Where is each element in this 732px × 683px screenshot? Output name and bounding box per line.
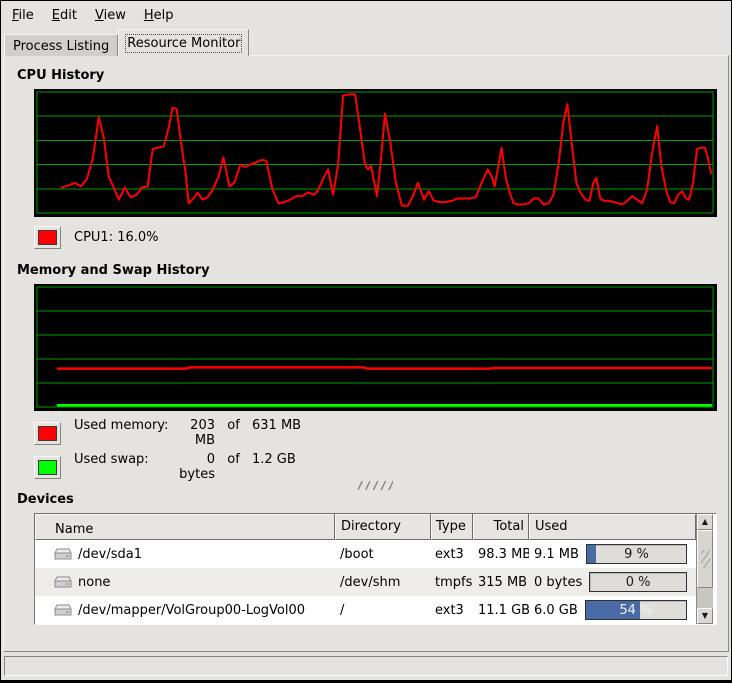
column-header-directory[interactable]: Directory <box>335 514 431 540</box>
resource-monitor-page: CPU History CPU1: 16.0% Memory and Swap … <box>3 55 729 652</box>
scroll-down-button[interactable]: ▼ <box>697 608 713 624</box>
memory-swap-history-chart <box>34 284 717 411</box>
used-swap-value: 0 bytes <box>170 452 215 482</box>
column-header-total[interactable]: Total <box>473 514 529 540</box>
used-memory-of: of <box>215 418 252 448</box>
usage-progress-bar: 0 % <box>589 572 687 592</box>
device-used: 6.0 GB54 % <box>529 600 696 620</box>
memory-legend-row: Used memory: 203 MB of 631 MB <box>34 421 715 445</box>
device-row[interactable]: /dev/mapper/VolGroup00-LogVol00/ext311.1… <box>35 596 696 624</box>
column-header-used[interactable]: Used <box>529 514 696 540</box>
devices-title: Devices <box>17 492 715 507</box>
device-row[interactable]: none/dev/shmtmpfs315 MB0 bytes0 % <box>35 568 696 596</box>
device-name: /dev/sda1 <box>35 547 335 562</box>
usage-percent-label: 54 % <box>586 601 686 619</box>
device-directory: / <box>335 603 431 618</box>
tab-resource-monitor-label: Resource Monitor <box>127 36 240 51</box>
column-header-type[interactable]: Type <box>431 514 473 540</box>
devices-table: Name Directory Type Total Used /dev/sda1… <box>34 513 717 625</box>
cpu1-color-swatch[interactable] <box>34 226 61 249</box>
pane-resize-grip[interactable] <box>357 481 393 490</box>
cpu1-color <box>38 230 57 245</box>
used-swap-color <box>38 460 57 475</box>
column-header-name[interactable]: Name <box>35 514 335 540</box>
tab-resource-monitor[interactable]: Resource Monitor <box>118 29 249 56</box>
tab-bar: Process Listing Resource Monitor <box>1 29 731 56</box>
used-swap-label: Used swap: <box>74 452 170 482</box>
device-type: ext3 <box>431 603 473 618</box>
used-swap-of: of <box>215 452 252 482</box>
status-bar <box>4 656 728 676</box>
disk-icon <box>54 604 72 617</box>
device-used: 0 bytes0 % <box>529 572 696 592</box>
used-memory-color <box>38 426 57 441</box>
scrollbar-thumb[interactable] <box>697 530 713 588</box>
used-swap-color-swatch[interactable] <box>34 456 61 479</box>
usage-progress-bar: 9 % <box>586 544 687 564</box>
device-total: 11.1 GB <box>473 603 529 618</box>
device-type: ext3 <box>431 547 473 562</box>
cpu-legend: CPU1: 16.0% <box>34 225 715 249</box>
device-total: 98.3 MB <box>473 547 529 562</box>
menu-file[interactable]: File <box>3 4 43 27</box>
devices-table-header: Name Directory Type Total Used <box>35 514 696 540</box>
scrollbar-grip-icon <box>701 550 710 568</box>
memory-history-title: Memory and Swap History <box>17 263 715 278</box>
scroll-up-icon: ▲ <box>702 518 708 526</box>
used-memory-color-swatch[interactable] <box>34 422 61 445</box>
device-row[interactable]: /dev/sda1/bootext398.3 MB9.1 MB9 % <box>35 540 696 568</box>
device-directory: /boot <box>335 547 431 562</box>
usage-percent-label: 0 % <box>590 573 686 591</box>
system-monitor-window: File Edit View Help Process Listing Reso… <box>0 0 732 683</box>
device-used: 9.1 MB9 % <box>529 544 696 564</box>
device-total: 315 MB <box>473 575 529 590</box>
used-memory-label: Used memory: <box>74 418 170 448</box>
device-directory: /dev/shm <box>335 575 431 590</box>
swap-legend-row: Used swap: 0 bytes of 1.2 GB <box>34 455 715 479</box>
disk-icon <box>54 576 72 589</box>
cpu-history-title: CPU History <box>17 68 715 83</box>
used-memory-total: 631 MB <box>252 418 301 448</box>
scroll-up-button[interactable]: ▲ <box>697 514 713 530</box>
scrollbar-trough[interactable] <box>697 588 713 608</box>
usage-progress-bar: 54 % <box>585 600 687 620</box>
usage-percent-label: 9 % <box>587 545 686 563</box>
tab-process-listing[interactable]: Process Listing <box>4 34 118 56</box>
cpu1-legend-label: CPU1: 16.0% <box>74 230 159 245</box>
menubar: File Edit View Help <box>1 1 731 29</box>
device-type: tmpfs <box>431 575 473 590</box>
disk-icon <box>54 548 72 561</box>
vertical-scrollbar[interactable]: ▲ ▼ <box>696 514 713 624</box>
scroll-down-icon: ▼ <box>702 612 708 620</box>
menu-view[interactable]: View <box>86 4 135 27</box>
menu-edit[interactable]: Edit <box>43 4 86 27</box>
used-swap-total: 1.2 GB <box>252 452 296 482</box>
used-memory-value: 203 MB <box>170 418 215 448</box>
device-name: none <box>35 575 335 590</box>
device-name: /dev/mapper/VolGroup00-LogVol00 <box>35 603 335 618</box>
menu-help[interactable]: Help <box>135 4 183 27</box>
cpu-history-chart <box>34 89 717 217</box>
